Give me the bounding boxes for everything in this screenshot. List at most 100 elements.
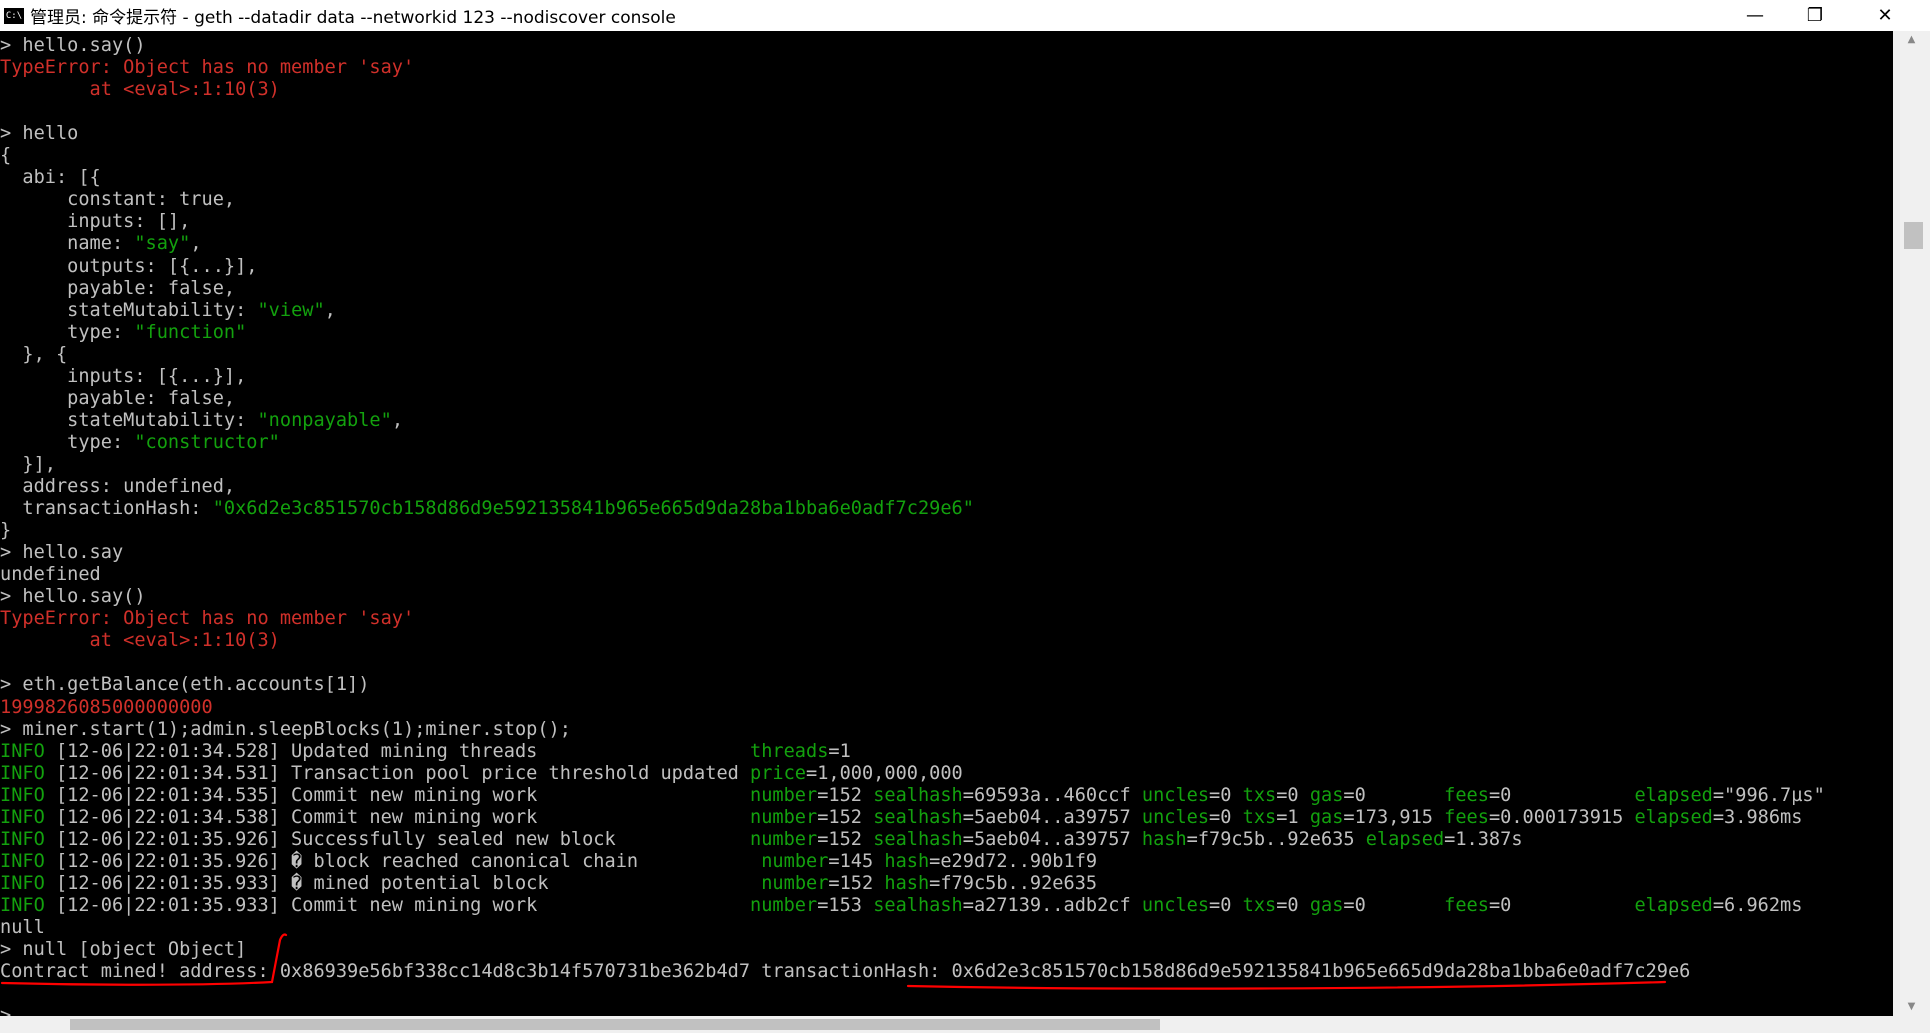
console-line: }: [0, 520, 11, 542]
console-text: =5aeb04..a39757: [962, 806, 1142, 828]
console-text: "function": [134, 321, 247, 343]
maximize-button[interactable]: ❐: [1785, 0, 1845, 31]
console-line: inputs: [{...}],: [0, 366, 246, 388]
console-text: > eth.getBalance(eth.accounts[1]): [0, 674, 370, 696]
console-text: hash: [884, 872, 930, 894]
console-text: address: undefined,: [0, 476, 236, 497]
console-line: Contract mined! address: 0x86939e56bf338…: [0, 961, 1690, 983]
console-text: > hello.say(): [0, 586, 146, 608]
minimize-icon: —: [1746, 5, 1764, 26]
console-line: > hello.say: [0, 542, 123, 564]
console-text: elapsed: [1634, 894, 1713, 916]
console-line: >: [0, 1005, 34, 1016]
console-text: elapsed: [1365, 828, 1445, 850]
console-text: =0: [1209, 806, 1243, 828]
console-line: }, {: [0, 344, 67, 366]
console-text: ,: [324, 299, 336, 321]
horizontal-scrollbar[interactable]: [0, 1016, 1893, 1033]
minimize-button[interactable]: —: [1725, 0, 1785, 31]
scrollbar-corner: [1893, 1016, 1930, 1033]
console-text: txs: [1242, 806, 1277, 828]
console-text: INFO: [0, 828, 45, 850]
console-text: inputs: [],: [0, 211, 191, 233]
console-text: Contract mined! address: 0x86939e56bf338…: [0, 961, 1691, 983]
console-text: gas: [1309, 806, 1344, 828]
console-text: number: [750, 894, 818, 916]
console-line: > eth.getBalance(eth.accounts[1]): [0, 674, 369, 696]
console-text: }, {: [0, 343, 68, 365]
console-text: [12-06|22:01:34.528] Updated mining thre…: [44, 740, 751, 762]
console-text: }: [0, 520, 12, 542]
console-text: type:: [0, 431, 135, 453]
console-text: =0: [1209, 784, 1243, 806]
close-button[interactable]: ✕: [1855, 0, 1915, 31]
console-text: INFO: [0, 784, 45, 806]
console-text: =e29d72..90b1f9: [929, 850, 1098, 872]
console-text: uncles: [1141, 806, 1210, 828]
console-text: at <eval>:1:10(3): [0, 630, 280, 652]
title-bar[interactable]: C:\ 管理员: 命令提示符 - geth --datadir data --n…: [0, 0, 1930, 31]
console-text: outputs: [{...}],: [0, 255, 258, 277]
console-line: INFO [12-06|22:01:34.535] Commit new min…: [0, 785, 1825, 807]
console-line: outputs: [{...}],: [0, 256, 257, 278]
console-line: > null [object Object]: [0, 939, 246, 961]
console-text: TypeError: Object has no member 'say': [0, 608, 415, 630]
console-line: {: [0, 145, 11, 167]
console-text: =0: [1276, 784, 1310, 806]
console-text: undefined: [0, 564, 101, 586]
console-text: }],: [0, 453, 56, 475]
console-text: uncles: [1141, 894, 1210, 916]
console-text: number: [750, 806, 818, 828]
scroll-down-arrow-icon[interactable]: ▼: [1893, 998, 1930, 1016]
console-text: INFO: [0, 850, 45, 872]
console-line: INFO [12-06|22:01:34.538] Commit new min…: [0, 807, 1802, 829]
console-text: =152: [817, 784, 874, 806]
console-line: INFO [12-06|22:01:35.926] Successfully s…: [0, 829, 1523, 851]
console-text: =0: [1276, 894, 1310, 916]
console-line: null: [0, 917, 45, 939]
console-line: 1999826085000000000: [0, 697, 213, 719]
scroll-up-arrow-icon[interactable]: ▲: [1893, 31, 1930, 49]
console-text: [12-06|22:01:35.926] � block reached can…: [44, 850, 762, 872]
console-text: ,: [190, 233, 202, 255]
console-text: =1: [828, 740, 851, 762]
console-text: elapsed: [1634, 784, 1713, 806]
console-text: [12-06|22:01:35.933] Commit new mining w…: [44, 894, 751, 916]
console-text: gas: [1309, 784, 1344, 806]
console-text: "say": [134, 233, 191, 255]
console-text: INFO: [0, 894, 45, 916]
console-text: txs: [1242, 894, 1277, 916]
console-output[interactable]: > hello.say() TypeError: Object has no me…: [0, 31, 1893, 1016]
console-line: at <eval>:1:10(3): [0, 630, 280, 652]
console-text: sealhash: [873, 806, 963, 828]
console-text: fees: [1444, 784, 1489, 806]
console-text: =5aeb04..a39757: [962, 828, 1142, 850]
console-text: sealhash: [873, 784, 963, 806]
console-text: =0: [1488, 894, 1635, 916]
console-text: name:: [0, 233, 135, 255]
console-text: [12-06|22:01:35.933] � mined potential b…: [44, 872, 762, 894]
console-text: sealhash: [873, 828, 963, 850]
console-text: =152: [828, 872, 885, 894]
console-text: =a27139..adb2cf: [962, 894, 1142, 916]
console-text: =0: [1488, 784, 1635, 806]
vertical-scrollbar[interactable]: ▲ ▼: [1893, 31, 1930, 1016]
console-line: address: undefined,: [0, 476, 235, 498]
console-text: > miner.start(1);admin.sleepBlocks(1);mi…: [0, 718, 571, 740]
console-text: =0: [1209, 894, 1243, 916]
console-text: at <eval>:1:10(3): [0, 79, 280, 101]
console-text: [12-06|22:01:35.926] Successfully sealed…: [44, 828, 751, 850]
console-line: inputs: [],: [0, 211, 190, 233]
console-text: > hello: [0, 123, 79, 145]
console-text: =153: [817, 894, 874, 916]
console-text: number: [761, 850, 829, 872]
vertical-scroll-thumb[interactable]: [1904, 222, 1923, 249]
console-line: TypeError: Object has no member 'say': [0, 57, 414, 79]
horizontal-scroll-thumb[interactable]: [70, 1019, 1160, 1030]
console-text: sealhash: [873, 894, 963, 916]
console-text: =0.000173915: [1488, 806, 1635, 828]
console-text: INFO: [0, 762, 45, 784]
console-text: [12-06|22:01:34.535] Commit new mining w…: [44, 784, 751, 806]
console-text: null: [0, 917, 45, 938]
console-line: > hello.say(): [0, 586, 146, 608]
